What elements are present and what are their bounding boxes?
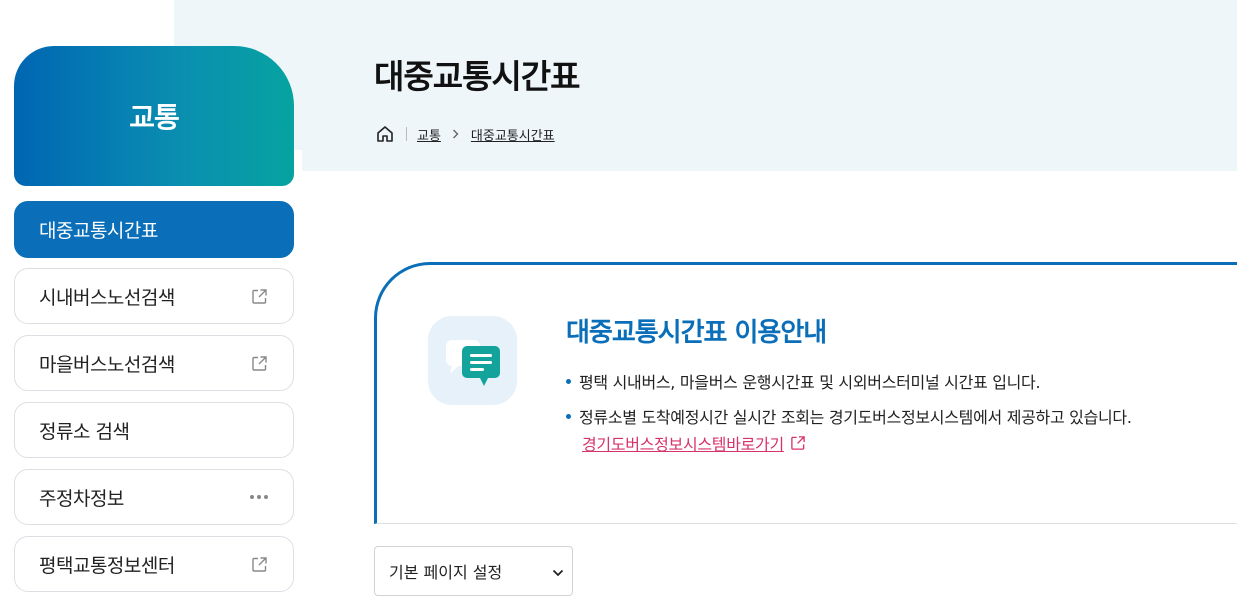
guide-bullet: 정류소별 도착예정시간 실시간 조회는 경기도버스정보시스템에서 제공하고 있습…: [566, 404, 1132, 428]
sidebar-item-label: 주정차정보: [39, 487, 124, 510]
bus-info-system-link[interactable]: 경기도버스정보시스템바로가기: [582, 431, 806, 455]
breadcrumb-item-traffic[interactable]: 교통: [417, 125, 441, 144]
page-setting-select[interactable]: 기본 페이지 설정: [374, 546, 573, 596]
breadcrumb-item-timetable[interactable]: 대중교통시간표: [471, 125, 555, 144]
guide-bullet-text: 정류소별 도착예정시간 실시간 조회는 경기도버스정보시스템에서 제공하고 있습…: [579, 408, 1132, 427]
external-link-icon: [249, 286, 269, 306]
sidebar-title-label: 교통: [129, 101, 180, 134]
chevron-down-icon: [552, 562, 564, 581]
sidebar-item-stop-search[interactable]: 정류소 검색: [14, 402, 294, 458]
sidebar-item-city-bus[interactable]: 시내버스노선검색: [14, 268, 294, 324]
external-link-icon: [791, 436, 805, 450]
breadcrumb-divider: [406, 127, 407, 141]
page-title: 대중교통시간표: [374, 57, 581, 96]
chevron-right-icon: [452, 128, 460, 140]
page-setting-selected: 기본 페이지 설정: [389, 563, 503, 582]
external-link-icon: [249, 554, 269, 574]
guide-bullet-text: 평택 시내버스, 마을버스 운행시간표 및 시외버스터미널 시간표 입니다.: [579, 373, 1041, 392]
home-icon[interactable]: [374, 123, 396, 145]
sidebar-item-timetable[interactable]: 대중교통시간표: [14, 201, 294, 258]
sidebar-item-label: 대중교통시간표: [39, 220, 158, 242]
bus-info-system-link-label: 경기도버스정보시스템바로가기: [582, 435, 784, 454]
sidebar-item-parking-info[interactable]: 주정차정보: [14, 469, 294, 525]
more-dots-icon: [249, 487, 269, 507]
sidebar-item-traffic-center[interactable]: 평택교통정보센터: [14, 536, 294, 592]
external-link-icon: [249, 353, 269, 373]
sidebar-item-label: 마을버스노선검색: [39, 353, 175, 376]
breadcrumb: 교통 대중교통시간표: [374, 122, 555, 146]
hero-background: [174, 0, 1237, 171]
guide-title: 대중교통시간표 이용안내: [566, 318, 827, 348]
sidebar-item-label: 평택교통정보센터: [39, 554, 175, 577]
sidebar-section-title: 교통: [14, 46, 294, 186]
chat-bubble-icon: [428, 316, 517, 405]
sidebar-item-label: 시내버스노선검색: [39, 286, 175, 309]
guide-bullet: 평택 시내버스, 마을버스 운행시간표 및 시외버스터미널 시간표 입니다.: [566, 369, 1041, 393]
bullet-dot: [566, 379, 571, 384]
sidebar-item-label: 정류소 검색: [39, 420, 130, 443]
bullet-dot: [566, 414, 571, 419]
sidebar-item-village-bus[interactable]: 마을버스노선검색: [14, 335, 294, 391]
